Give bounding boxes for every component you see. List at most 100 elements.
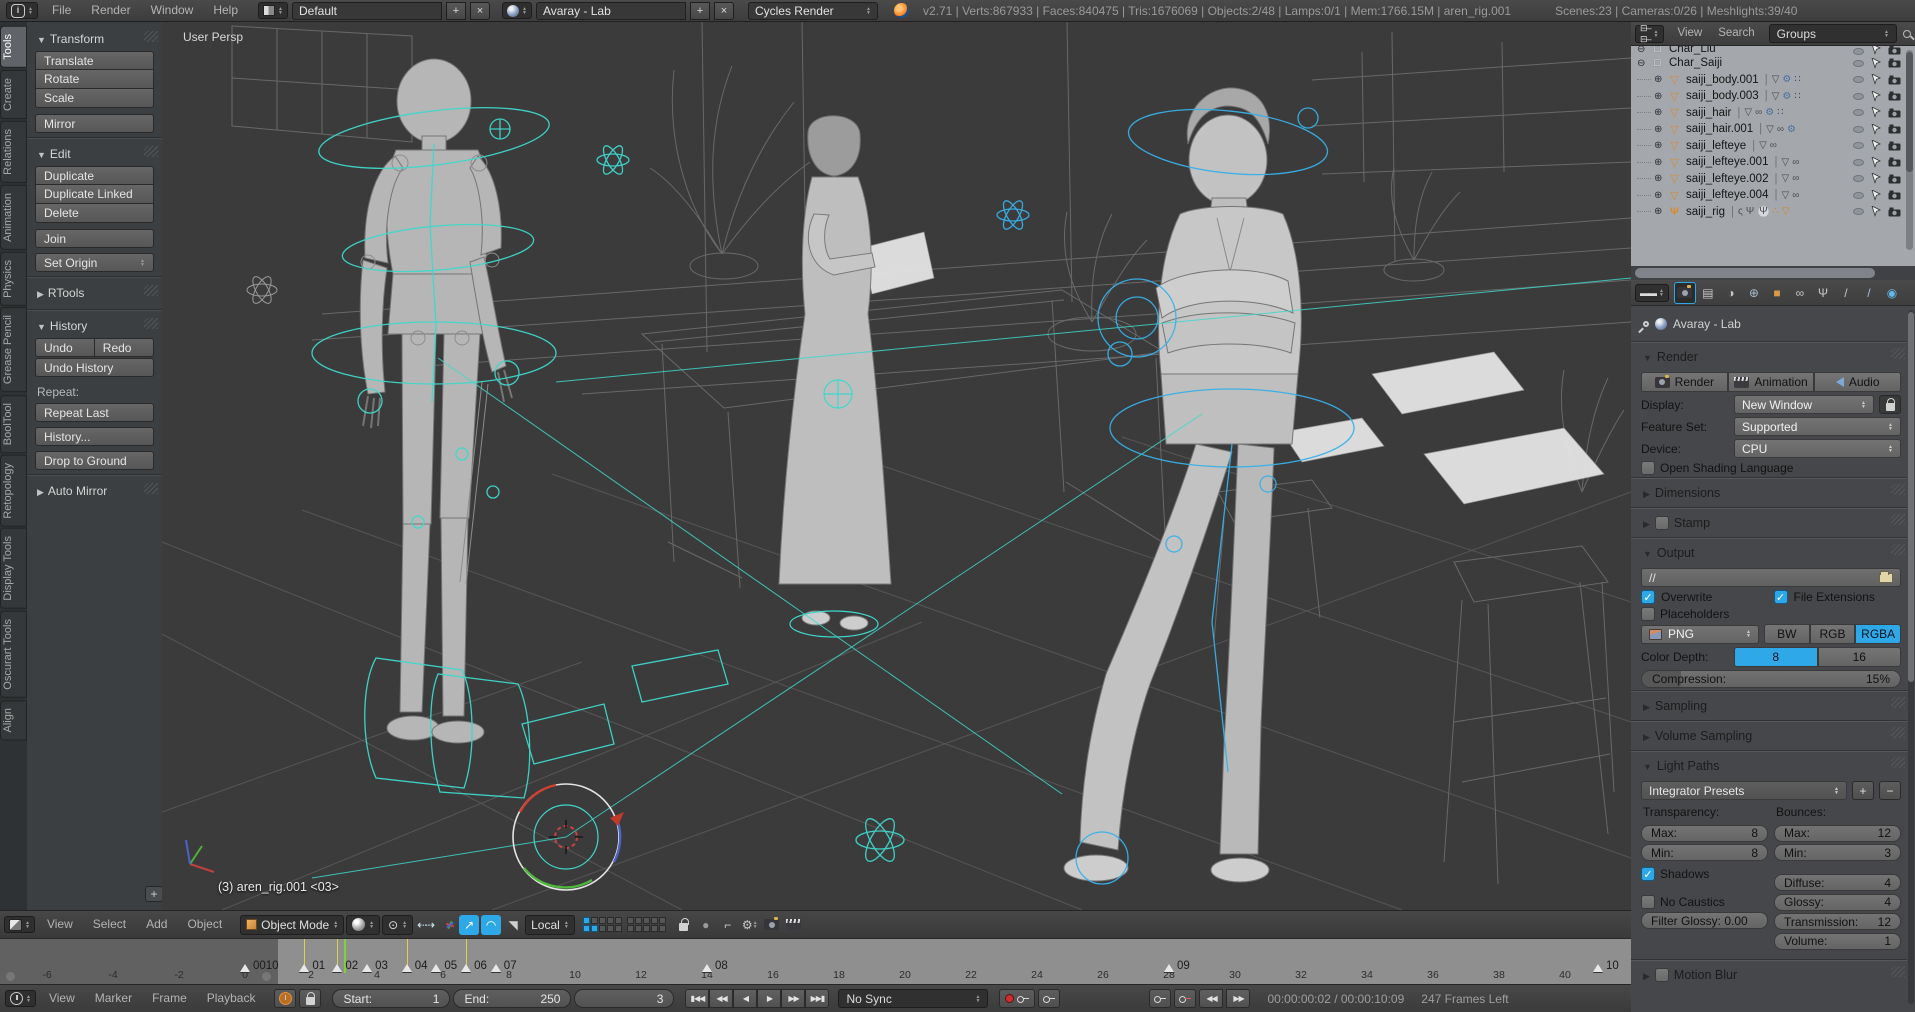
restrict-render-camera-icon[interactable] <box>1888 46 1901 55</box>
modifier-wrench-icon[interactable]: ⚙ <box>1782 91 1791 102</box>
panel-header-volume-sampling[interactable]: ▶ Volume Sampling <box>1641 724 1905 748</box>
menu-file[interactable]: File <box>42 0 81 21</box>
integrator-presets-select[interactable]: Integrator Presets ▲ ▼ <box>1641 781 1847 800</box>
layer-20[interactable] <box>658 925 666 932</box>
editor-type-properties-dropdown[interactable]: ▬▬ ▲ ▼ <box>1635 283 1669 302</box>
shelf-tab-create[interactable]: Create <box>0 69 27 119</box>
scene-icon-dropdown[interactable]: ▲ ▼ <box>501 2 532 19</box>
editor-type-3dview-dropdown[interactable]: ▲ ▼ <box>4 916 35 933</box>
timeline-marker[interactable] <box>1164 964 1174 972</box>
outliner-menu-view[interactable]: View <box>1670 23 1711 44</box>
viewport-shading-select[interactable]: ▲ ▼ <box>346 914 381 935</box>
frame-start-field[interactable]: Start: 1 <box>332 989 451 1008</box>
properties-tab-object-data[interactable]: Ψ <box>1812 282 1834 304</box>
mesh-select-icon[interactable]: ▽ <box>1782 206 1790 217</box>
link-icon[interactable]: ∞ <box>1792 190 1799 201</box>
screen-layout-icon-dropdown[interactable]: ▲ ▼ <box>258 2 288 19</box>
timeline-marker[interactable] <box>431 964 442 972</box>
auto-keyframe-toggle[interactable] <box>999 989 1036 1008</box>
layer-13[interactable] <box>642 917 650 924</box>
expand-icon[interactable]: ⊕ <box>1654 173 1665 184</box>
armature-data-icon[interactable]: Ψ <box>1746 206 1754 217</box>
viewport-menu-object[interactable]: Object <box>177 914 232 935</box>
opengl-render-still-button[interactable] <box>762 915 782 935</box>
outliner-item-saiji-lefteye-004[interactable]: ⊕ ▽ saiji_lefteye.004 | ▽ ∞ <box>1631 187 1905 204</box>
expand-icon[interactable]: ⊕ <box>1654 107 1665 118</box>
layer-10[interactable] <box>614 925 622 932</box>
delete-scene-button[interactable]: × <box>713 1 734 20</box>
timeline-marker[interactable] <box>461 964 472 972</box>
properties-tab-constraints[interactable]: ∞ <box>1789 282 1811 304</box>
timeline-marker[interactable] <box>299 964 310 972</box>
restrict-render-camera-icon[interactable] <box>1888 157 1901 167</box>
shelf-tab-physics[interactable]: Physics <box>0 251 27 306</box>
render-still-button[interactable]: Render <box>1641 372 1728 392</box>
screen-layout-name-field[interactable]: Default <box>291 1 442 20</box>
expand-region-plus-button[interactable]: + <box>145 886 162 902</box>
viewport-menu-add[interactable]: Add <box>136 914 177 935</box>
manipulate-center-points-toggle[interactable]: ⇠⇢ <box>415 915 435 935</box>
layer-4[interactable] <box>606 917 614 924</box>
transparency-min-field[interactable]: Min: 8 <box>1641 844 1768 861</box>
properties-tab-bone[interactable]: / <box>1835 282 1857 304</box>
lock-time-cursor-toggle[interactable] <box>299 989 322 1008</box>
restrict-render-camera-icon[interactable] <box>1888 190 1901 200</box>
layer-17[interactable] <box>634 925 642 932</box>
play-button[interactable]: ▶ <box>757 989 782 1008</box>
timeline-marker[interactable] <box>702 964 712 972</box>
placeholders-checkbox[interactable] <box>1641 607 1655 621</box>
restrict-select-cursor-icon[interactable] <box>1871 46 1881 55</box>
layer-14[interactable] <box>650 917 658 924</box>
output-path-field[interactable]: // <box>1641 568 1901 587</box>
panel-header-transform[interactable]: ▼ Transform <box>35 28 158 51</box>
outliner-item-saiji-body-003[interactable]: ⊕ ▽ saiji_body.003 | ▽ ⚙ ∷ <box>1631 88 1905 105</box>
current-frame-field[interactable]: 3 <box>574 989 675 1008</box>
glossy-bounces-field[interactable]: Glossy: 4 <box>1774 893 1901 911</box>
menu-help[interactable]: Help <box>203 0 248 21</box>
layer-15[interactable] <box>658 917 666 924</box>
restrict-render-camera-icon[interactable] <box>1888 91 1901 101</box>
timeline-marker[interactable] <box>1593 964 1603 972</box>
use-preview-range-toggle[interactable] <box>274 989 297 1008</box>
viewport-menu-select[interactable]: Select <box>83 914 136 935</box>
outliner-item-saiji-body-001[interactable]: ⊕ ▽ saiji_body.001 | ▽ ⚙ ∷ <box>1631 72 1905 89</box>
filter-glossy-field[interactable]: Filter Glossy: 0.00 <box>1641 912 1768 929</box>
properties-vertical-scrollbar[interactable] <box>1908 310 1914 1004</box>
shelf-tab-booltool[interactable]: BoolTool <box>0 394 27 453</box>
expand-icon[interactable]: ⊕ <box>1654 190 1665 201</box>
link-icon[interactable]: ∞ <box>1755 107 1762 118</box>
vertex-group-icon[interactable]: ∷ <box>1777 107 1783 118</box>
pivot-point-select[interactable]: ⊙ ▲ ▼ <box>382 914 414 935</box>
opengl-render-anim-button[interactable] <box>784 915 804 935</box>
pose-icon[interactable]: ς <box>1738 206 1743 217</box>
overwrite-checkbox[interactable]: ✓ <box>1641 590 1655 604</box>
redo-button[interactable]: Redo <box>94 338 154 357</box>
layer-19[interactable] <box>650 925 658 932</box>
menu-render[interactable]: Render <box>81 0 140 21</box>
mesh-data-icon[interactable]: ▽ <box>1772 74 1780 85</box>
add-scene-button[interactable]: + <box>689 1 710 20</box>
pin-icon[interactable] <box>1641 319 1651 329</box>
visibility-eye-icon[interactable] <box>1853 109 1864 117</box>
visibility-eye-icon[interactable] <box>1853 191 1864 199</box>
outliner-vertical-scrollbar[interactable] <box>1906 50 1913 250</box>
layer-16[interactable] <box>626 925 634 932</box>
collapse-icon[interactable]: ⊖ <box>1637 58 1648 69</box>
visibility-eye-icon[interactable] <box>1853 59 1864 67</box>
restrict-render-camera-icon[interactable] <box>1888 124 1901 134</box>
restrict-select-cursor-icon[interactable] <box>1871 107 1881 119</box>
restrict-select-cursor-icon[interactable] <box>1871 57 1881 69</box>
visibility-eye-icon[interactable] <box>1853 208 1864 216</box>
timeline-menu-view[interactable]: View <box>39 988 85 1009</box>
editor-type-info-dropdown[interactable]: i ▲ ▼ <box>6 2 38 19</box>
repeat-history-button[interactable]: History... <box>35 427 154 446</box>
editor-type-outliner-dropdown[interactable]: ⊟– ⊟– ▲ ▼ <box>1635 23 1664 44</box>
diffuse-bounces-field[interactable]: Diffuse: 4 <box>1774 874 1901 891</box>
visibility-eye-icon[interactable] <box>1853 125 1864 133</box>
add-preset-button[interactable]: + <box>1852 781 1874 800</box>
mesh-data-icon[interactable]: ▽ <box>1781 173 1789 184</box>
visibility-eye-icon[interactable] <box>1853 76 1864 84</box>
layer-6[interactable] <box>582 925 590 932</box>
snap-toggle[interactable]: ⌐ <box>718 915 738 935</box>
restrict-select-cursor-icon[interactable] <box>1871 206 1881 218</box>
